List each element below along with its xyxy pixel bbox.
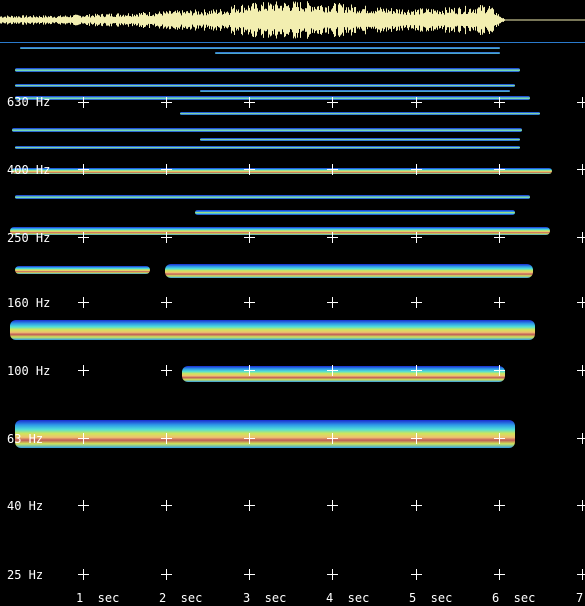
spectrogram-band <box>15 68 520 72</box>
freq-label-40: 40 Hz <box>7 499 44 513</box>
grid-cross <box>161 365 172 376</box>
spectrogram-band <box>165 264 533 278</box>
grid-cross <box>244 164 255 175</box>
grid-cross <box>411 365 422 376</box>
grid-cross <box>494 164 505 175</box>
spectrogram-band <box>215 52 500 54</box>
spectrogram-band <box>12 128 522 132</box>
spectrogram-band <box>20 47 500 49</box>
grid-cross <box>161 433 172 444</box>
grid-cross <box>161 297 172 308</box>
grid-cross <box>78 569 89 580</box>
grid-cross <box>577 500 585 511</box>
grid-cross <box>494 433 505 444</box>
grid-cross <box>244 569 255 580</box>
spectrogram-band <box>15 84 515 87</box>
grid-cross <box>577 365 585 376</box>
freq-label-400: 400 Hz <box>7 163 51 177</box>
spectrogram-band <box>200 90 510 92</box>
grid-cross <box>161 500 172 511</box>
spectrogram-band <box>10 320 535 340</box>
grid-cross <box>244 97 255 108</box>
grid-cross <box>577 97 585 108</box>
grid-cross <box>78 500 89 511</box>
time-label-6: 6 sec <box>492 591 536 605</box>
time-label-2: 2 sec <box>159 591 203 605</box>
grid-cross <box>327 97 338 108</box>
grid-cross <box>494 569 505 580</box>
grid-cross <box>494 297 505 308</box>
grid-cross <box>161 164 172 175</box>
grid-cross <box>411 164 422 175</box>
grid-cross <box>244 433 255 444</box>
time-label-4: 4 sec <box>326 591 370 605</box>
grid-cross <box>327 297 338 308</box>
grid-cross <box>78 433 89 444</box>
freq-label-630: 630 Hz <box>7 95 51 109</box>
grid-cross <box>494 365 505 376</box>
grid-cross <box>577 297 585 308</box>
grid-cross <box>327 365 338 376</box>
grid-cross <box>244 232 255 243</box>
time-label-5: 5 sec <box>409 591 453 605</box>
time-label-3: 3 sec <box>243 591 287 605</box>
spectrogram-band <box>200 138 520 141</box>
spectrogram-band <box>15 96 530 100</box>
grid-cross <box>244 297 255 308</box>
grid-cross <box>411 297 422 308</box>
grid-cross <box>411 97 422 108</box>
grid-cross <box>78 297 89 308</box>
grid-cross <box>494 500 505 511</box>
spectrogram-band <box>10 227 550 235</box>
time-label-1: 1 sec <box>76 591 120 605</box>
spectrogram-band <box>12 168 552 174</box>
freq-label-250: 250 Hz <box>7 231 51 245</box>
grid-cross <box>327 500 338 511</box>
spectrogram-band <box>182 366 505 382</box>
grid-cross <box>577 164 585 175</box>
grid-cross <box>411 569 422 580</box>
grid-cross <box>577 433 585 444</box>
time-label-7: 7 <box>576 591 584 605</box>
spectrogram-band <box>180 112 540 115</box>
spectrogram-viewer: 630 Hz 400 Hz 250 Hz 160 Hz 100 Hz 63 Hz… <box>0 0 585 606</box>
grid-cross <box>78 164 89 175</box>
grid-cross <box>577 232 585 243</box>
spectrogram-band <box>15 266 150 274</box>
grid-cross <box>78 97 89 108</box>
grid-cross <box>78 232 89 243</box>
spectrogram-band <box>195 210 515 215</box>
freq-label-63: 63 Hz <box>7 432 44 446</box>
grid-cross <box>78 365 89 376</box>
spectrogram-band <box>15 146 520 149</box>
grid-cross <box>327 433 338 444</box>
grid-cross <box>411 433 422 444</box>
grid-cross <box>494 232 505 243</box>
grid-cross <box>244 500 255 511</box>
grid-cross <box>327 164 338 175</box>
grid-cross <box>494 97 505 108</box>
grid-cross <box>161 569 172 580</box>
freq-label-100: 100 Hz <box>7 364 51 378</box>
spectrogram-band <box>15 420 515 448</box>
grid-cross <box>577 569 585 580</box>
spectrogram-band <box>15 195 530 199</box>
freq-label-25: 25 Hz <box>7 568 44 582</box>
grid-cross <box>161 97 172 108</box>
grid-cross <box>327 232 338 243</box>
grid-cross <box>327 569 338 580</box>
grid-cross <box>161 232 172 243</box>
grid-cross <box>244 365 255 376</box>
grid-cross <box>411 232 422 243</box>
freq-label-160: 160 Hz <box>7 296 51 310</box>
grid-cross <box>411 500 422 511</box>
